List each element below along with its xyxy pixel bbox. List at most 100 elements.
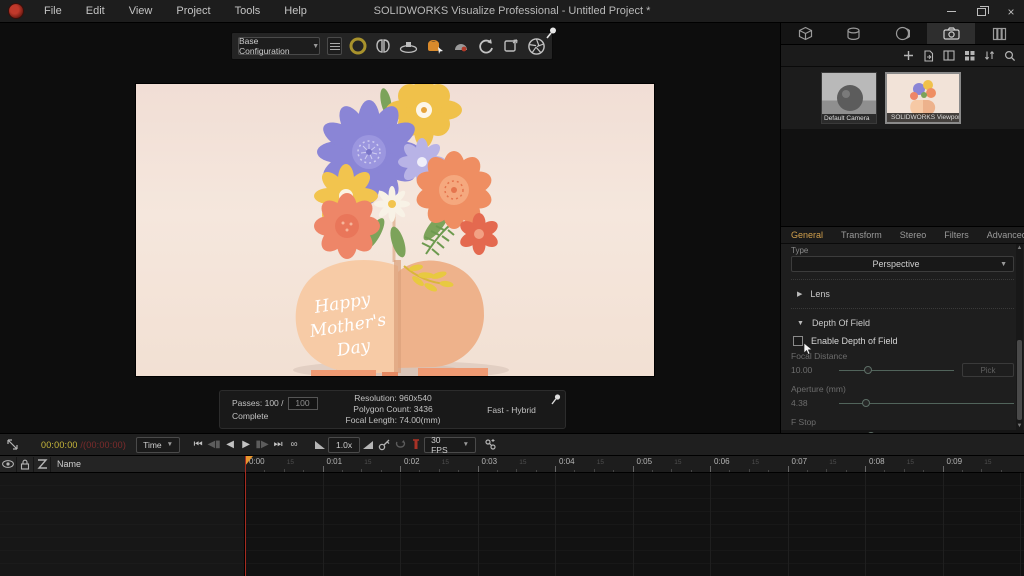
lock-icon[interactable] bbox=[17, 457, 34, 472]
resolution-text: Resolution: 960x540 bbox=[328, 393, 458, 404]
helmet-render-icon[interactable] bbox=[452, 36, 470, 56]
coral-flower-left bbox=[314, 193, 380, 259]
app-logo-icon bbox=[8, 3, 24, 19]
ramp-in-icon[interactable] bbox=[312, 437, 328, 453]
tab-renders[interactable] bbox=[975, 23, 1024, 44]
focal-distance-slider[interactable] bbox=[839, 365, 954, 375]
add-camera-icon[interactable] bbox=[903, 50, 914, 61]
minimize-button[interactable] bbox=[944, 5, 958, 19]
ring-select-icon[interactable] bbox=[349, 36, 367, 56]
paint-bucket-icon[interactable] bbox=[425, 36, 445, 56]
ruler-label: 0:02 bbox=[404, 457, 420, 466]
curve-editor-icon[interactable] bbox=[34, 457, 51, 472]
render-viewport[interactable]: Happy Mother's Day bbox=[135, 83, 655, 377]
polygon-count-text: Polygon Count: 3436 bbox=[328, 404, 458, 415]
tab-models[interactable] bbox=[781, 23, 830, 44]
camera-thumb-default[interactable]: Default Camera bbox=[821, 72, 877, 124]
menu-view[interactable]: View bbox=[117, 0, 165, 23]
turntable-icon[interactable] bbox=[399, 36, 418, 56]
loop-button[interactable]: ∞ bbox=[286, 437, 302, 453]
playhead-flag[interactable] bbox=[245, 456, 253, 466]
go-to-end-button[interactable]: ⏭ bbox=[270, 437, 286, 453]
ruler-label: 0:08 bbox=[869, 457, 885, 466]
marker-icon[interactable] bbox=[408, 437, 424, 453]
configuration-select[interactable]: Base Configuration ▼ bbox=[238, 37, 320, 55]
mothers-day-card-render: Happy Mother's Day bbox=[136, 84, 655, 377]
menu-project[interactable]: Project bbox=[164, 0, 222, 23]
lens-section-header[interactable]: ▶ Lens bbox=[791, 287, 1014, 301]
projection-type-select[interactable]: Perspective ▼ bbox=[791, 256, 1014, 272]
track-area[interactable] bbox=[245, 473, 1024, 576]
prop-tab-transform[interactable]: Transform bbox=[841, 230, 882, 240]
fps-select[interactable]: 30 FPS▼ bbox=[424, 437, 476, 453]
auto-key-icon[interactable] bbox=[392, 437, 408, 453]
play-button[interactable]: ▶ bbox=[238, 437, 254, 453]
aperture-slider[interactable] bbox=[839, 398, 1014, 408]
restore-button[interactable] bbox=[974, 5, 988, 19]
sort-icon[interactable] bbox=[984, 50, 995, 61]
enable-dof-checkbox[interactable] bbox=[793, 336, 803, 346]
camera-thumbnails: Default Camera bbox=[781, 67, 1024, 129]
configuration-menu-button[interactable] bbox=[327, 37, 342, 55]
camera-aperture-icon[interactable] bbox=[527, 36, 546, 56]
visibility-eye-icon[interactable] bbox=[0, 457, 17, 472]
ruler-label: 0:04 bbox=[559, 457, 575, 466]
pin-icon[interactable] bbox=[545, 26, 558, 39]
key-icon[interactable] bbox=[376, 437, 392, 453]
camera-thumb-viewport[interactable]: SOLIDWORKS Viewport bbox=[885, 72, 961, 124]
step-back-button[interactable]: ◀ bbox=[222, 437, 238, 453]
ruler-label: 0:01 bbox=[327, 457, 343, 466]
time-mode-select[interactable]: Time▼ bbox=[136, 437, 180, 453]
go-to-start-button[interactable]: ⏮ bbox=[190, 437, 206, 453]
grid-view-icon[interactable] bbox=[964, 50, 975, 61]
camera-property-tabs: General Transform Stereo Filters Advanced bbox=[781, 226, 1024, 244]
prop-tab-general[interactable]: General bbox=[791, 230, 823, 240]
split-view-icon[interactable] bbox=[943, 50, 955, 61]
refresh-icon[interactable] bbox=[477, 36, 495, 56]
import-icon[interactable] bbox=[923, 50, 934, 62]
select-tool-icon[interactable] bbox=[6, 438, 19, 451]
focal-distance-value: 10.00 bbox=[791, 365, 831, 375]
timeline-ruler[interactable]: 0:00150:01150:02150:03150:04150:05150:06… bbox=[245, 456, 1024, 473]
scroll-down-icon[interactable]: ▼ bbox=[1016, 422, 1023, 430]
passes-input[interactable]: 100 bbox=[288, 397, 318, 410]
white-daisy bbox=[374, 186, 410, 222]
prop-tab-advanced[interactable]: Advanced bbox=[987, 230, 1024, 240]
previous-keyframe-button[interactable]: ◀▮ bbox=[206, 437, 222, 453]
tab-appearances[interactable] bbox=[830, 23, 879, 44]
track-name-panel[interactable] bbox=[0, 473, 245, 576]
dof-section-header[interactable]: ▼ Depth Of Field bbox=[791, 316, 1014, 330]
pick-button[interactable]: Pick bbox=[962, 363, 1014, 377]
name-column-header: Name bbox=[51, 459, 81, 469]
playback-speed[interactable]: 1.0x bbox=[328, 437, 360, 453]
focal-length-text: Focal Length: 74.00(mm) bbox=[328, 415, 458, 426]
aperture-value: 4.38 bbox=[791, 398, 831, 408]
snapshot-icon[interactable] bbox=[502, 36, 520, 56]
passes-complete: Complete bbox=[232, 410, 328, 423]
enable-dof-label: Enable Depth of Field bbox=[811, 336, 898, 346]
next-keyframe-button[interactable]: ▮▶ bbox=[254, 437, 270, 453]
ruler-label: 0:06 bbox=[714, 457, 730, 466]
search-icon[interactable] bbox=[1004, 50, 1016, 62]
close-button[interactable]: × bbox=[1004, 5, 1018, 19]
properties-scrollbar[interactable]: ▲ ▼ bbox=[1016, 244, 1023, 430]
configuration-label: Base Configuration bbox=[239, 36, 306, 56]
scroll-up-icon[interactable]: ▲ bbox=[1016, 244, 1023, 252]
playhead-line[interactable] bbox=[245, 456, 246, 576]
keyframe-options-icon[interactable] bbox=[482, 437, 498, 453]
camera-library-empty[interactable] bbox=[781, 129, 1024, 226]
prop-tab-filters[interactable]: Filters bbox=[944, 230, 969, 240]
render-mode-text: Fast - Hybrid bbox=[458, 405, 565, 415]
camera-thumb-label: SOLIDWORKS Viewport bbox=[887, 113, 959, 122]
menu-edit[interactable]: Edit bbox=[74, 0, 117, 23]
render-status-bar: Passes: 100 / 100 Complete Resolution: 9… bbox=[219, 390, 566, 429]
denoiser-brain-icon[interactable] bbox=[374, 36, 392, 56]
prop-tab-stereo[interactable]: Stereo bbox=[900, 230, 927, 240]
ramp-out-icon[interactable] bbox=[360, 437, 376, 453]
menu-help[interactable]: Help bbox=[272, 0, 319, 23]
menu-tools[interactable]: Tools bbox=[223, 0, 273, 23]
tab-environments[interactable] bbox=[878, 23, 927, 44]
menu-file[interactable]: File bbox=[32, 0, 74, 23]
pin-icon[interactable] bbox=[550, 393, 562, 405]
tab-cameras[interactable] bbox=[927, 23, 976, 44]
